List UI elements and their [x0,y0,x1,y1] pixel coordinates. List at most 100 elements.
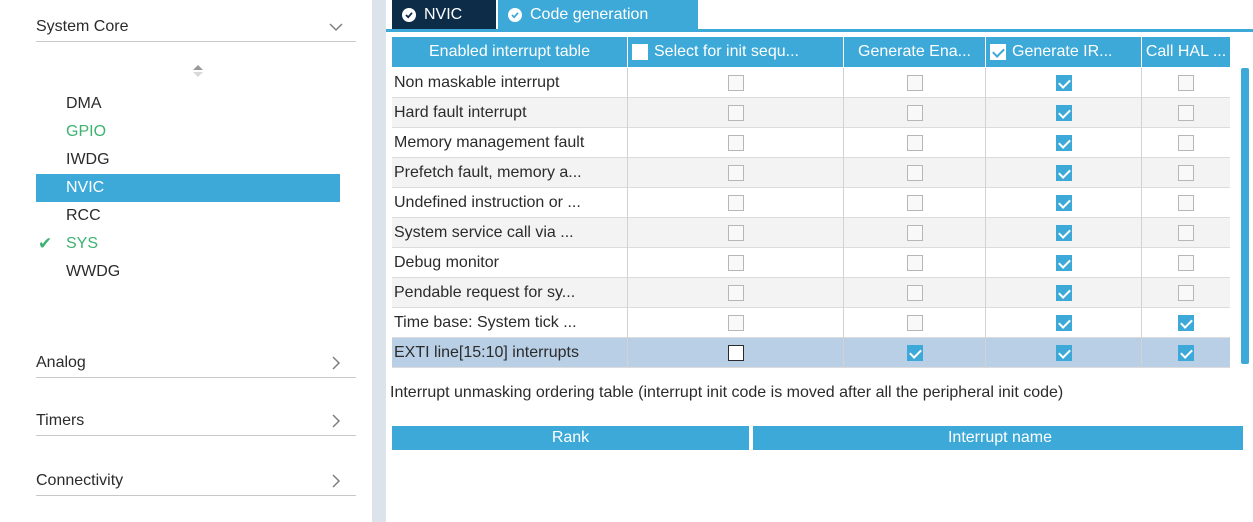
table-row[interactable]: Memory management fault [392,128,1230,158]
category-connectivity[interactable]: Connectivity [36,466,356,496]
select-all-irq-checkbox[interactable] [990,44,1006,60]
select-init-checkbox[interactable] [727,255,744,271]
sidebar-item-dma[interactable]: DMA [36,90,340,118]
table-row[interactable]: System service call via ... [392,218,1230,248]
category-analog[interactable]: Analog [36,348,356,378]
checkbox-cell [844,158,986,188]
column-header-interrupt[interactable]: Enabled interrupt table [392,37,628,67]
check-circle-icon [402,7,416,22]
sidebar-item-wwdg[interactable]: WWDG [36,258,340,286]
panel-splitter[interactable] [372,0,386,522]
table-row[interactable]: Pendable request for sy... [392,278,1230,308]
select-init-checkbox[interactable] [727,75,744,91]
table-row[interactable]: EXTI line[15:10] interrupts [392,338,1230,368]
call-hal-checkbox[interactable] [1178,255,1194,271]
table-row[interactable]: Prefetch fault, memory a... [392,158,1230,188]
call-hal-checkbox[interactable] [1178,105,1194,121]
column-header-select-init[interactable]: Select for init sequ... [628,37,844,67]
sidebar: System Core DMA GPIO IWDG NVIC RCC ✔ SYS WWDG A… [0,0,372,522]
call-hal-checkbox[interactable] [1178,345,1194,361]
sort-icon[interactable] [192,64,204,78]
column-header-rank[interactable]: Rank [392,426,753,450]
checkbox-cell [986,98,1142,128]
table-scrollbar[interactable] [1241,68,1249,364]
generate-irq-checkbox[interactable] [1055,285,1072,301]
table-row[interactable]: Debug monitor [392,248,1230,278]
interrupt-name-cell: Hard fault interrupt [392,98,628,128]
call-hal-checkbox[interactable] [1178,315,1194,331]
check-circle-icon [508,7,522,22]
generate-irq-checkbox[interactable] [1055,225,1072,241]
generate-irq-checkbox[interactable] [1055,255,1072,271]
sidebar-item-gpio[interactable]: GPIO [36,118,340,146]
tab-label: Code generation [530,5,649,23]
select-init-checkbox[interactable] [727,105,744,121]
checkbox-cell [844,128,986,158]
generate-irq-checkbox[interactable] [1055,75,1072,91]
generate-enable-checkbox[interactable] [906,315,923,331]
generate-irq-checkbox[interactable] [1055,195,1072,211]
select-init-checkbox[interactable] [727,165,744,181]
select-all-init-checkbox[interactable] [632,44,648,60]
sidebar-item-rcc[interactable]: RCC [36,202,340,230]
checkbox-cell [844,278,986,308]
generate-irq-checkbox[interactable] [1055,345,1072,361]
sidebar-item-label: RCC [66,207,101,224]
tab-nvic[interactable]: NVIC [392,0,496,29]
column-header-generate-enable[interactable]: Generate Ena... [844,37,986,67]
generate-irq-checkbox[interactable] [1055,135,1072,151]
category-label: Timers [36,411,85,429]
category-system-core[interactable]: System Core [36,12,356,42]
sidebar-item-nvic[interactable]: NVIC [36,174,340,202]
generate-irq-checkbox[interactable] [1055,165,1072,181]
category-timers[interactable]: Timers [36,406,356,436]
select-init-checkbox[interactable] [727,345,744,361]
checkbox-cell [986,188,1142,218]
generate-enable-checkbox[interactable] [906,285,923,301]
ordering-table-body [392,450,1243,522]
select-init-checkbox[interactable] [727,285,744,301]
checkbox-cell [1142,308,1230,338]
sidebar-item-label: NVIC [66,179,105,196]
checkbox-cell [986,278,1142,308]
generate-enable-checkbox[interactable] [906,225,923,241]
generate-enable-checkbox[interactable] [906,105,923,121]
generate-enable-checkbox[interactable] [906,75,923,91]
generate-enable-checkbox[interactable] [906,255,923,271]
sidebar-item-iwdg[interactable]: IWDG [36,146,340,174]
call-hal-checkbox[interactable] [1178,165,1194,181]
tab-code-generation[interactable]: Code generation [498,0,698,29]
table-row[interactable]: Undefined instruction or ... [392,188,1230,218]
select-init-checkbox[interactable] [727,195,744,211]
generate-enable-checkbox[interactable] [906,135,923,151]
column-header-generate-irq[interactable]: Generate IR... [986,37,1142,67]
checkmark-icon: ✔ [38,234,53,253]
column-header-interrupt-name[interactable]: Interrupt name [757,426,1243,450]
chevron-right-icon [326,471,346,491]
generate-enable-checkbox[interactable] [906,345,923,361]
table-row[interactable]: Hard fault interrupt [392,98,1230,128]
checkbox-cell [628,218,844,248]
call-hal-checkbox[interactable] [1178,135,1194,151]
chevron-down-icon [326,17,346,37]
column-header-call-hal[interactable]: Call HAL ... [1142,37,1230,67]
checkbox-cell [1142,98,1230,128]
select-init-checkbox[interactable] [727,225,744,241]
call-hal-checkbox[interactable] [1178,225,1194,241]
table-row[interactable]: Non maskable interrupt [392,68,1230,98]
select-init-checkbox[interactable] [727,135,744,151]
table-row[interactable]: Time base: System tick ... [392,308,1230,338]
generate-irq-checkbox[interactable] [1055,105,1072,121]
call-hal-checkbox[interactable] [1178,285,1194,301]
call-hal-checkbox[interactable] [1178,75,1194,91]
column-header-label: Enabled interrupt table [429,43,590,60]
select-init-checkbox[interactable] [727,315,744,331]
checkbox-cell [628,338,844,368]
generate-enable-checkbox[interactable] [906,165,923,181]
ordering-table-note: Interrupt unmasking ordering table (inte… [390,384,1064,401]
checkbox-cell [628,308,844,338]
sidebar-item-sys[interactable]: ✔ SYS [36,230,340,258]
generate-irq-checkbox[interactable] [1055,315,1072,331]
call-hal-checkbox[interactable] [1178,195,1194,211]
generate-enable-checkbox[interactable] [906,195,923,211]
